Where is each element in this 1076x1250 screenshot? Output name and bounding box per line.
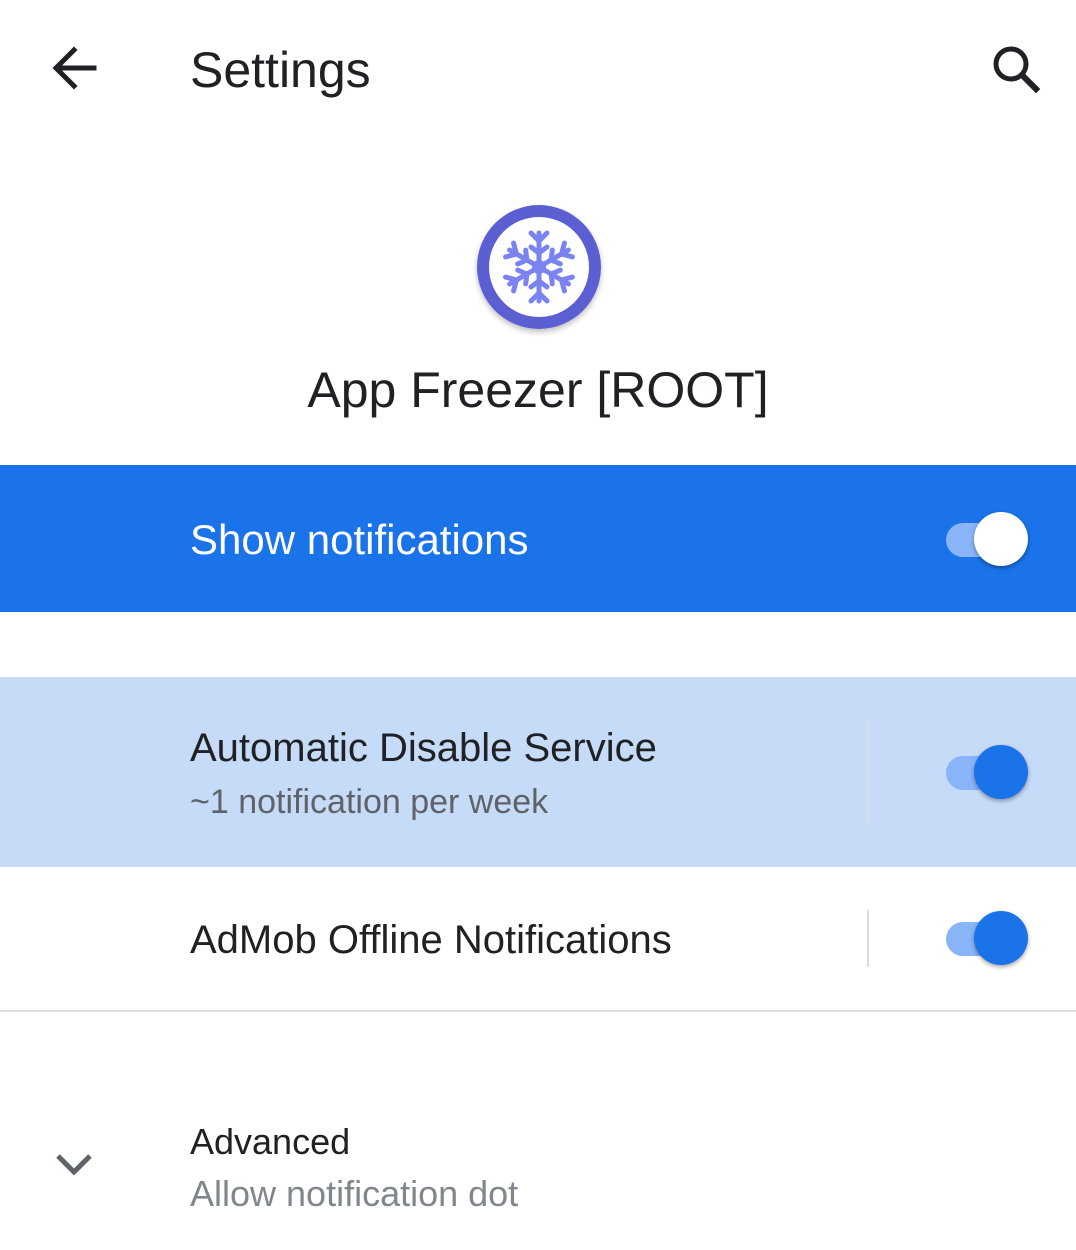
app-name: App Freezer [ROOT] xyxy=(307,362,769,418)
show-notifications-label: Show notifications xyxy=(190,516,529,563)
channel-subtitle: ~1 notification per week xyxy=(190,783,549,821)
automatic-disable-service-switch[interactable] xyxy=(944,744,1034,800)
vertical-divider xyxy=(867,910,869,967)
admob-offline-notifications-switch[interactable] xyxy=(944,910,1034,966)
snowflake-icon xyxy=(477,205,601,329)
channel-title: Automatic Disable Service xyxy=(190,726,657,770)
search-button[interactable] xyxy=(978,32,1050,104)
vertical-divider xyxy=(867,717,869,825)
back-button[interactable] xyxy=(38,32,110,104)
arrow-back-icon xyxy=(52,46,97,90)
page-title: Settings xyxy=(190,42,371,98)
switch-thumb xyxy=(974,911,1028,965)
advanced-section[interactable]: Advanced Allow notification dot xyxy=(0,1090,1076,1240)
search-icon xyxy=(993,46,1041,94)
channel-title: AdMob Offline Notifications xyxy=(190,918,672,962)
advanced-subtitle: Allow notification dot xyxy=(190,1173,519,1214)
toolbar: Settings xyxy=(0,0,1076,140)
chevron-down-icon xyxy=(56,1154,92,1176)
channel-row-automatic-disable-service[interactable]: Automatic Disable Service ~1 notificatio… xyxy=(0,677,1076,867)
notification-settings-screen: Settings App Freezer [ROOT] Show notific… xyxy=(0,0,1076,1250)
advanced-title: Advanced xyxy=(190,1121,351,1162)
channel-row-admob-offline-notifications[interactable]: AdMob Offline Notifications xyxy=(0,868,1076,1012)
switch-thumb xyxy=(974,512,1028,566)
show-notifications-row[interactable]: Show notifications xyxy=(0,465,1076,612)
switch-thumb xyxy=(974,745,1028,799)
show-notifications-switch[interactable] xyxy=(944,511,1034,567)
app-icon xyxy=(477,205,601,329)
